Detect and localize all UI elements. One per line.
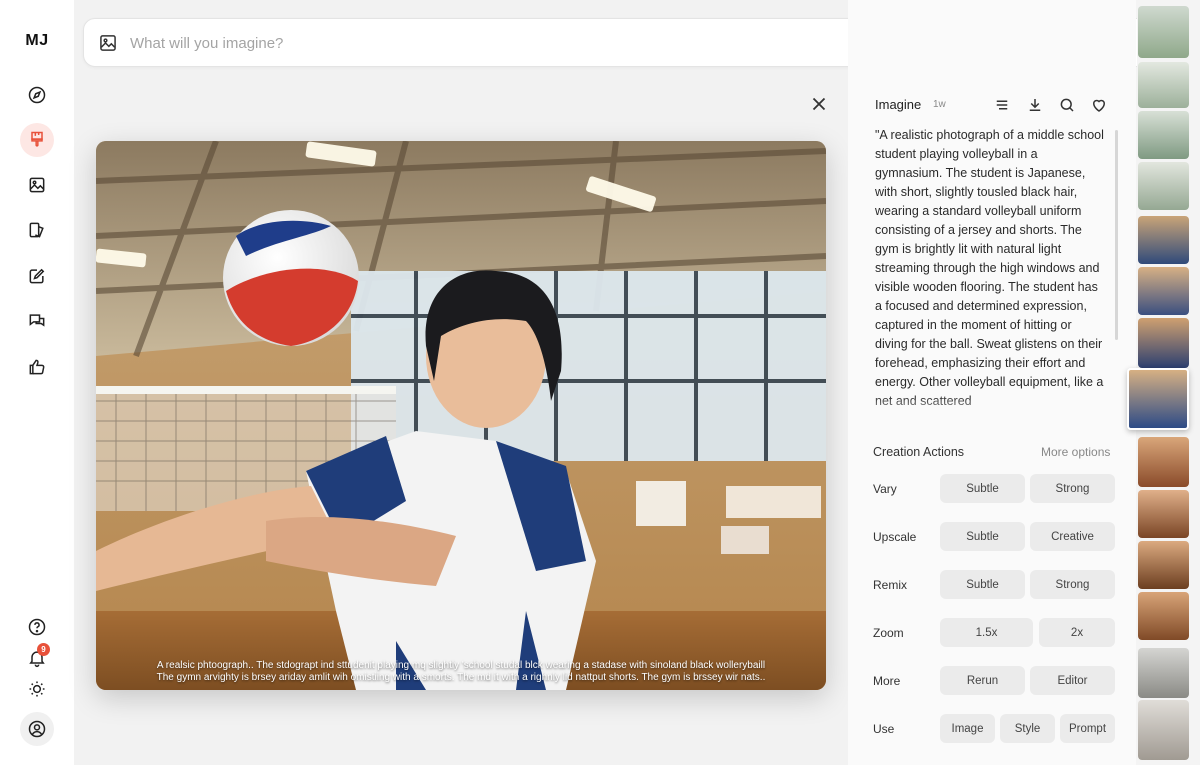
thumbs-up-icon — [29, 359, 45, 375]
user-circle-icon — [28, 720, 46, 738]
panel-title: Imagine — [875, 97, 922, 112]
thumbnail[interactable] — [1138, 700, 1189, 760]
thumbnail-strip — [1127, 0, 1200, 765]
details-panel: Imagine 1w "A realistic photograph of a … — [848, 0, 1136, 765]
sidebar: MJ 9 — [0, 0, 74, 765]
editor-button[interactable]: Editor — [1030, 666, 1115, 695]
nav-notifications[interactable]: 9 — [20, 641, 54, 675]
thumbnail[interactable] — [1138, 216, 1189, 264]
edit-layers-icon — [29, 222, 44, 238]
thumbnail[interactable] — [1138, 111, 1189, 159]
vary-subtle-button[interactable]: Subtle — [940, 474, 1025, 503]
paintbrush-icon — [31, 131, 43, 147]
row-label-remix: Remix — [873, 578, 908, 592]
thumbnail[interactable] — [1138, 648, 1189, 698]
nav-profile[interactable] — [20, 712, 54, 746]
row-label-more: More — [873, 674, 901, 688]
nav-personalize[interactable] — [20, 259, 54, 293]
vary-strong-button[interactable]: Strong — [1030, 474, 1115, 503]
image-caption: A realsic phtoograph.. The stdograpt ind… — [96, 660, 826, 684]
prompt-input[interactable] — [130, 29, 850, 57]
prompt-fade — [875, 395, 1115, 427]
compass-icon — [28, 86, 46, 104]
thumbnail[interactable] — [1138, 592, 1189, 640]
row-label-vary: Vary — [873, 482, 897, 496]
thumbnail[interactable] — [1138, 318, 1189, 368]
row-label-upscale: Upscale — [873, 530, 917, 544]
search-image-icon[interactable] — [1058, 96, 1076, 114]
download-icon[interactable] — [1026, 96, 1044, 114]
nav-rank[interactable] — [20, 350, 54, 384]
nav-edit[interactable] — [20, 213, 54, 247]
thumbnail[interactable] — [1138, 62, 1189, 108]
zoom-2x-button[interactable]: 2x — [1039, 618, 1115, 647]
remix-strong-button[interactable]: Strong — [1030, 570, 1115, 599]
more-options-link[interactable]: More options — [1041, 445, 1110, 459]
panel-age: 1w — [933, 99, 946, 110]
rerun-button[interactable]: Rerun — [940, 666, 1025, 695]
caption-line-1: A realsic phtoograph.. The stdograpt ind… — [156, 660, 766, 671]
list-icon[interactable] — [993, 96, 1011, 114]
prompt-scrollbar[interactable] — [1115, 130, 1118, 340]
nav-help[interactable] — [20, 610, 54, 644]
sun-icon — [29, 681, 45, 697]
use-style-button[interactable]: Style — [1000, 714, 1055, 743]
upscale-subtle-button[interactable]: Subtle — [940, 522, 1025, 551]
nav-theme[interactable] — [20, 672, 54, 706]
pencil-square-icon — [29, 268, 45, 284]
thumbnail[interactable] — [1138, 490, 1189, 538]
notification-badge: 9 — [37, 643, 50, 656]
nav-create[interactable] — [20, 123, 54, 157]
use-image-button[interactable]: Image — [940, 714, 995, 743]
prompt-bar — [83, 18, 915, 67]
thumbnail[interactable] — [1138, 437, 1189, 487]
thumbnail[interactable] — [1138, 6, 1189, 58]
volleyball-photo — [96, 141, 826, 690]
thumbnail-selected[interactable] — [1127, 368, 1189, 430]
logo[interactable]: MJ — [0, 32, 74, 50]
nav-explore[interactable] — [20, 78, 54, 112]
image-upload-icon[interactable] — [98, 33, 118, 53]
upscale-creative-button[interactable]: Creative — [1030, 522, 1115, 551]
image-icon — [29, 177, 45, 193]
caption-line-2: The gymn arvighty is brsey ariday amlit … — [156, 672, 766, 683]
heart-icon[interactable] — [1090, 96, 1108, 114]
remix-subtle-button[interactable]: Subtle — [940, 570, 1025, 599]
generated-image[interactable]: A realsic phtoograph.. The stdograpt ind… — [96, 141, 826, 690]
thumbnail[interactable] — [1138, 267, 1189, 315]
use-prompt-button[interactable]: Prompt — [1060, 714, 1115, 743]
zoom-1-5x-button[interactable]: 1.5x — [940, 618, 1033, 647]
help-circle-icon — [28, 618, 46, 636]
prompt-text[interactable]: "A realistic photograph of a middle scho… — [875, 126, 1107, 424]
panel-header: Imagine 1w — [875, 96, 1115, 116]
nav-chat[interactable] — [20, 304, 54, 338]
thumbnail[interactable] — [1138, 162, 1189, 210]
close-icon[interactable] — [808, 93, 830, 115]
row-label-use: Use — [873, 722, 895, 736]
thumbnail[interactable] — [1138, 541, 1189, 589]
chat-bubbles-icon — [29, 314, 45, 327]
row-label-zoom: Zoom — [873, 626, 904, 640]
creation-actions-title: Creation Actions — [873, 445, 965, 459]
nav-organize[interactable] — [20, 168, 54, 202]
